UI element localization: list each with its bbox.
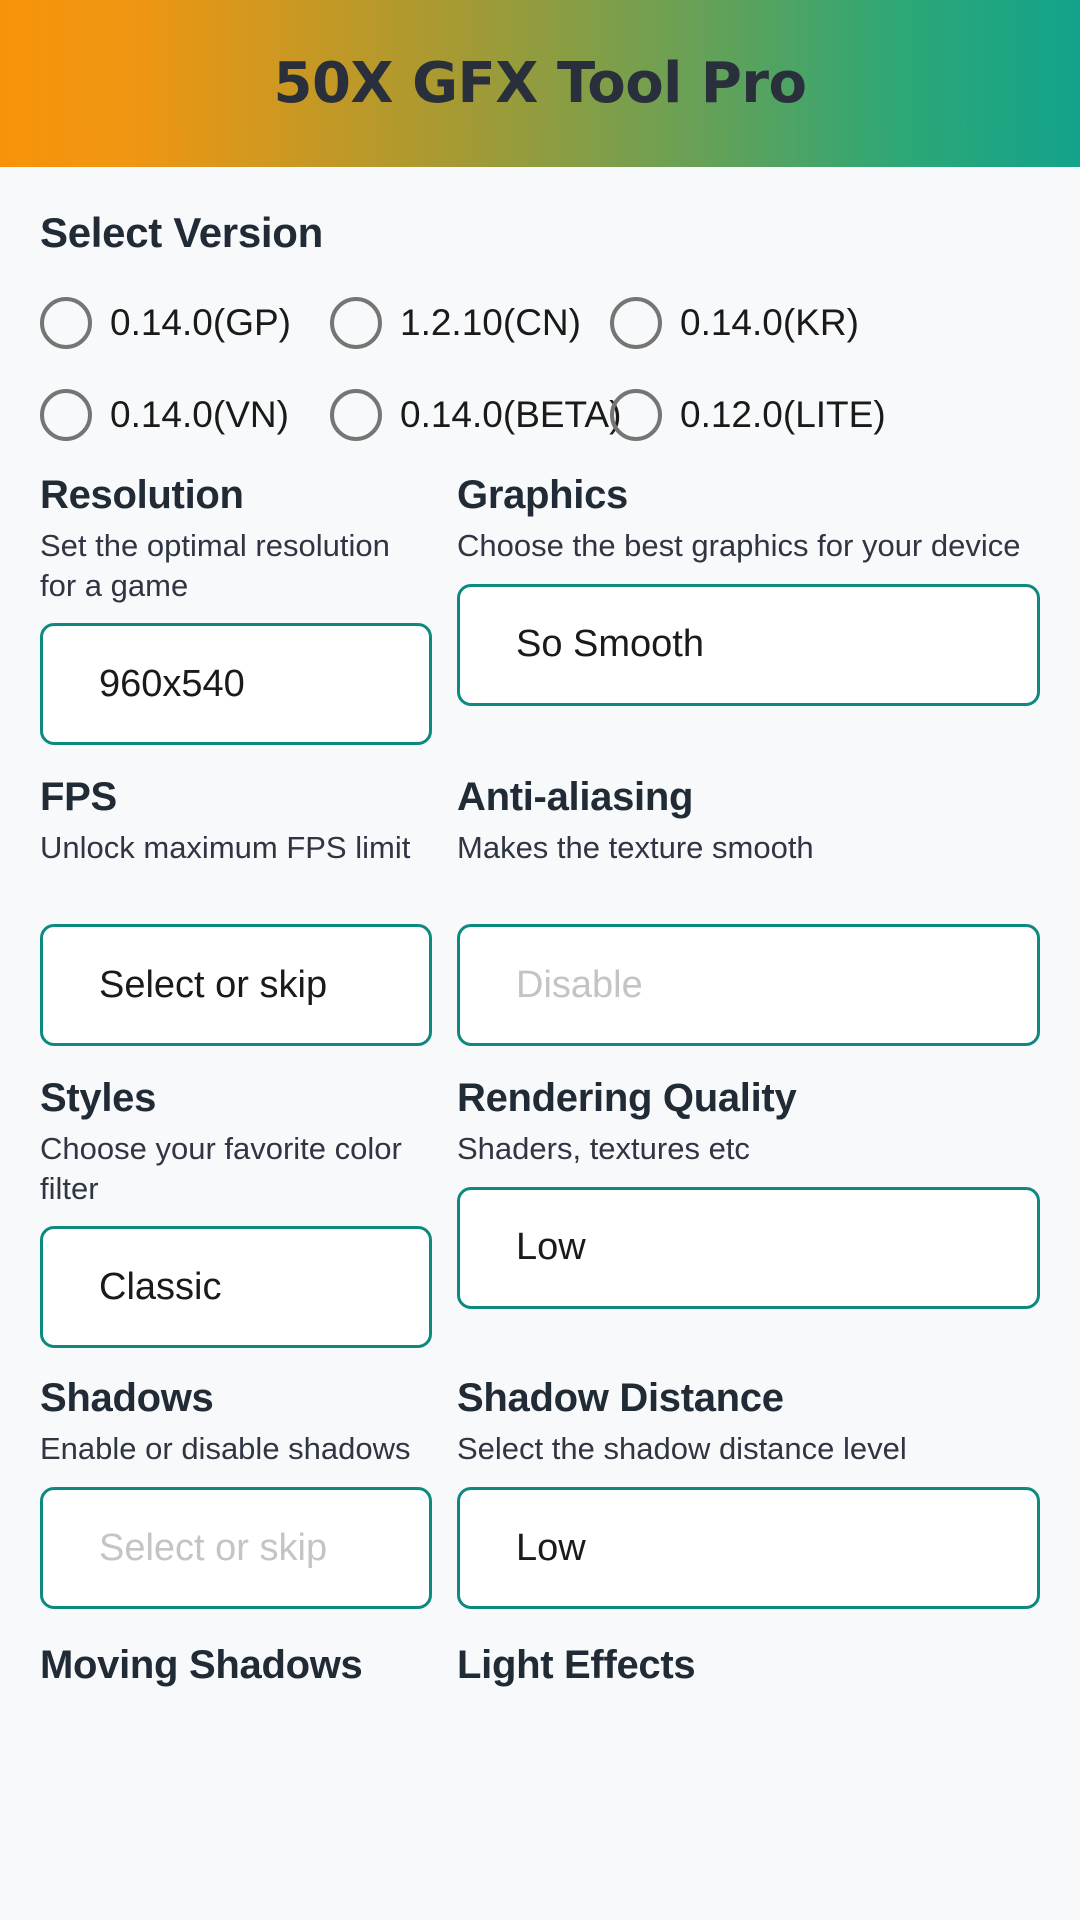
shadow-distance-select[interactable]: Low [457, 1487, 1040, 1610]
setting-title-moving-shadows: Moving Shadows [40, 1643, 363, 1688]
version-option-label: 0.14.0(BETA) [400, 394, 622, 436]
radio-circle-icon[interactable] [330, 297, 382, 349]
setting-title: Rendering Quality [457, 1076, 797, 1121]
setting-anti-aliasing: Anti-aliasing Makes the texture smooth D… [457, 775, 1040, 1047]
setting-styles: Styles Choose your favorite color filter… [40, 1076, 432, 1349]
shadows-value: Select or skip [99, 1526, 328, 1569]
setting-description: Shaders, textures etc [457, 1131, 750, 1167]
resolution-value: 960x540 [99, 662, 245, 705]
page-content: Select Version 0.14.0(GP) 1.2.10(CN) 0.1… [0, 209, 1080, 1696]
version-option-label: 0.14.0(KR) [680, 302, 859, 344]
setting-description: Choose the best graphics for your device [457, 528, 1021, 563]
setting-shadow-distance: Shadow Distance Select the shadow distan… [457, 1376, 1040, 1610]
styles-select[interactable]: Classic [40, 1226, 432, 1349]
setting-description: Unlock maximum FPS limit [40, 830, 411, 866]
version-option-0-14-0-beta[interactable]: 0.14.0(BETA) [330, 375, 622, 455]
radio-circle-icon[interactable] [40, 297, 92, 349]
app-title: 50X GFX Tool Pro [273, 51, 807, 116]
radio-circle-icon[interactable] [610, 389, 662, 441]
shadows-select[interactable]: Select or skip [40, 1487, 432, 1610]
radio-circle-icon[interactable] [40, 389, 92, 441]
version-option-0-14-0-vn[interactable]: 0.14.0(VN) [40, 375, 330, 455]
radio-circle-icon[interactable] [610, 297, 662, 349]
version-option-label: 0.14.0(VN) [110, 394, 289, 436]
select-version-heading: Select Version [40, 209, 323, 256]
resolution-select[interactable]: 960x540 [40, 623, 432, 746]
styles-value: Classic [99, 1265, 222, 1308]
setting-description: Set the optimal resolution for a game [40, 528, 390, 603]
setting-title: Shadows [40, 1376, 214, 1421]
version-radio-group: 0.14.0(GP) 1.2.10(CN) 0.14.0(KR) 0.14.0(… [40, 283, 1040, 455]
version-option-0-14-0-kr[interactable]: 0.14.0(KR) [610, 283, 1040, 363]
setting-title-light-effects: Light Effects [457, 1643, 696, 1688]
setting-title: Styles [40, 1076, 157, 1121]
setting-description: Select the shadow distance level [457, 1431, 907, 1467]
fps-select[interactable]: Select or skip [40, 924, 432, 1047]
version-option-label: 0.14.0(GP) [110, 302, 291, 344]
version-option-1-2-10-cn[interactable]: 1.2.10(CN) [330, 283, 610, 363]
radio-circle-icon[interactable] [330, 389, 382, 441]
anti-aliasing-select[interactable]: Disable [457, 924, 1040, 1047]
setting-rendering-quality: Rendering Quality Shaders, textures etc … [457, 1076, 1040, 1309]
version-option-0-14-0-gp[interactable]: 0.14.0(GP) [40, 283, 330, 363]
version-option-label: 1.2.10(CN) [400, 302, 581, 344]
settings-row-shadows-distance: Shadows Enable or disable shadows Select… [40, 1376, 1040, 1610]
rendering-quality-value: Low [516, 1226, 586, 1269]
settings-row-moving-shadows-light-effects: Moving Shadows Light Effects [40, 1643, 1040, 1696]
rendering-quality-select[interactable]: Low [457, 1186, 1040, 1309]
settings-row-fps-antialiasing: FPS Unlock maximum FPS limit Select or s… [40, 775, 1040, 1047]
setting-description: Makes the texture smooth [457, 830, 814, 866]
setting-title: FPS [40, 775, 117, 820]
setting-title: Resolution [40, 473, 244, 517]
settings-row-styles-rendering: Styles Choose your favorite color filter… [40, 1076, 1040, 1349]
setting-resolution: Resolution Set the optimal resolution fo… [40, 473, 432, 746]
setting-title: Anti-aliasing [457, 775, 694, 820]
version-option-label: 0.12.0(LITE) [680, 394, 886, 436]
setting-fps: FPS Unlock maximum FPS limit Select or s… [40, 775, 432, 1047]
settings-row-resolution-graphics: Resolution Set the optimal resolution fo… [40, 473, 1040, 746]
setting-description: Enable or disable shadows [40, 1431, 411, 1467]
shadow-distance-value: Low [516, 1526, 586, 1569]
graphics-select[interactable]: So Smooth [457, 583, 1040, 706]
setting-title: Graphics [457, 473, 628, 517]
setting-graphics: Graphics Choose the best graphics for yo… [457, 473, 1040, 706]
anti-aliasing-value: Disable [516, 963, 643, 1006]
setting-title: Shadow Distance [457, 1376, 784, 1421]
setting-shadows: Shadows Enable or disable shadows Select… [40, 1376, 432, 1610]
fps-value: Select or skip [99, 963, 328, 1006]
graphics-value: So Smooth [516, 623, 704, 666]
setting-description: Choose your favorite color filter [40, 1131, 402, 1206]
version-option-0-12-0-lite[interactable]: 0.12.0(LITE) [610, 375, 1040, 455]
app-header: 50X GFX Tool Pro [0, 0, 1080, 167]
